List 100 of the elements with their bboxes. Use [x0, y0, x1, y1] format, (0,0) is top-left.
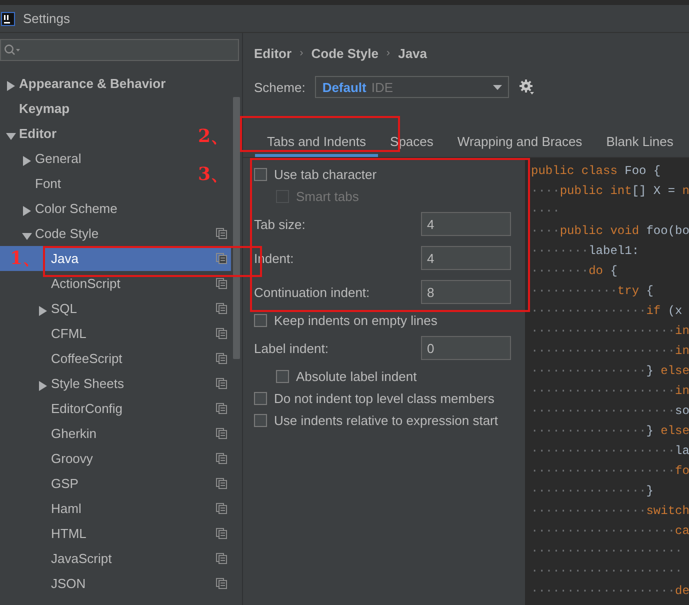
- number-field[interactable]: 4: [421, 212, 511, 236]
- dropdown-arrow-icon: [493, 84, 502, 90]
- tree-item[interactable]: Haml: [51, 499, 82, 518]
- code-line: ca: [675, 523, 689, 540]
- checkbox[interactable]: [254, 414, 267, 426]
- code-line: public void foo(bo: [560, 223, 689, 240]
- code-line: } else: [646, 423, 689, 440]
- code-line: } else: [646, 363, 689, 380]
- tab[interactable]: Wrapping and Braces: [445, 130, 594, 157]
- tree-item[interactable]: CoffeeScript: [51, 349, 122, 368]
- tree-item[interactable]: JavaScript: [51, 549, 112, 568]
- code-line: label1:: [588, 243, 640, 260]
- tree-item[interactable]: Color Scheme: [35, 199, 118, 218]
- tree-item[interactable]: ActionScript: [51, 274, 120, 293]
- whitespace-dots: ····: [531, 223, 560, 240]
- code-line: public int[] X = n: [560, 183, 689, 200]
- annotation-number: 3、: [198, 163, 229, 186]
- whitespace-dots: ·····················: [531, 543, 682, 560]
- breadcrumb-separator: ›: [300, 47, 304, 59]
- code-line: if (x: [646, 303, 682, 320]
- collapsed-arrow-icon[interactable]: [38, 306, 48, 316]
- whitespace-dots: ················: [531, 423, 646, 440]
- breadcrumb-separator: ›: [386, 47, 390, 59]
- whitespace-dots: ········: [531, 263, 589, 280]
- scheme-dropdown[interactable]: Default IDE: [315, 76, 510, 98]
- tree-item[interactable]: Gherkin: [51, 424, 97, 443]
- search-field[interactable]: [0, 39, 239, 61]
- number-field[interactable]: 0: [421, 336, 511, 360]
- tree-item[interactable]: HTML: [51, 524, 86, 543]
- tree-item[interactable]: Code Style: [35, 224, 99, 243]
- code-line: la: [675, 443, 689, 460]
- tree-item[interactable]: Keymap: [19, 99, 70, 118]
- search-icon: [4, 44, 21, 56]
- whitespace-dots: ····················: [531, 343, 676, 360]
- code-line: public class Foo {: [531, 163, 661, 180]
- collapsed-arrow-icon[interactable]: [22, 156, 32, 166]
- checkbox-label: Use tab character: [274, 166, 377, 182]
- field-label: Label indent:: [254, 340, 328, 356]
- number-field[interactable]: 4: [421, 246, 511, 270]
- checkbox-label: Smart tabs: [296, 188, 359, 204]
- field-label: Continuation indent:: [254, 284, 370, 300]
- code-line: do {: [588, 263, 618, 280]
- collapsed-arrow-icon[interactable]: [6, 80, 16, 90]
- tab[interactable]: Tabs and Indents: [255, 130, 378, 157]
- whitespace-dots: ····················: [531, 383, 676, 400]
- checkbox[interactable]: [254, 392, 267, 404]
- checkbox[interactable]: [276, 370, 289, 382]
- checkbox-label: Absolute label indent: [296, 368, 417, 384]
- tree-item[interactable]: GSP: [51, 474, 78, 493]
- breadcrumb-item: Java: [398, 46, 428, 60]
- expanded-arrow-icon[interactable]: [6, 130, 16, 140]
- checkbox[interactable]: [254, 314, 267, 326]
- whitespace-dots: ········: [531, 243, 589, 260]
- app-logo-icon: [1, 12, 15, 26]
- gear-icon[interactable]: [519, 79, 536, 95]
- tree-item[interactable]: Appearance & Behavior: [19, 74, 166, 93]
- tree-item[interactable]: CFML: [51, 324, 86, 343]
- scrollbar[interactable]: [233, 97, 240, 359]
- whitespace-dots: ····················: [531, 523, 676, 540]
- breadcrumb-item: Code Style: [311, 46, 378, 60]
- collapsed-arrow-icon[interactable]: [22, 206, 32, 216]
- whitespace-dots: ····················: [531, 403, 676, 420]
- whitespace-dots: ····················: [531, 323, 676, 340]
- whitespace-dots: ····················: [531, 583, 676, 600]
- code-line: in: [675, 343, 689, 360]
- tree-item[interactable]: General: [35, 149, 82, 168]
- tree-item[interactable]: Editor: [19, 124, 57, 143]
- whitespace-dots: ················: [531, 363, 646, 380]
- code-line: try {: [617, 283, 654, 300]
- field-label: Tab size:: [254, 216, 306, 232]
- expanded-arrow-icon[interactable]: [22, 230, 32, 240]
- annotation-number: 1、: [10, 247, 41, 270]
- tree-item[interactable]: Font: [35, 174, 62, 193]
- whitespace-dots: ····: [531, 203, 560, 220]
- checkbox-label: Use indents relative to expression start: [274, 412, 498, 428]
- checkbox-label: Keep indents on empty lines: [274, 312, 438, 328]
- whitespace-dots: ················: [531, 483, 646, 500]
- whitespace-dots: ················: [531, 503, 646, 520]
- whitespace-dots: ················: [531, 303, 646, 320]
- checkbox-label: Do not indent top level class members: [274, 390, 494, 406]
- code-line: de: [675, 583, 689, 600]
- code-line: fo: [675, 463, 689, 480]
- tree-item[interactable]: JSON: [51, 574, 86, 593]
- tree-item[interactable]: SQL: [51, 299, 78, 318]
- window-title: Settings: [23, 11, 70, 26]
- annotation-number: 2、: [198, 125, 229, 148]
- checkbox[interactable]: [254, 168, 267, 180]
- collapsed-arrow-icon[interactable]: [38, 380, 48, 390]
- whitespace-dots: ············: [531, 283, 618, 300]
- whitespace-dots: ·····················: [531, 563, 682, 580]
- whitespace-dots: ····: [531, 183, 560, 200]
- tree-item[interactable]: Style Sheets: [51, 374, 124, 393]
- tree-item[interactable]: Java: [51, 249, 78, 268]
- number-field[interactable]: 8: [421, 280, 511, 304]
- tab[interactable]: Blank Lines: [594, 130, 686, 157]
- tree-item[interactable]: Groovy: [51, 449, 93, 468]
- tree-item[interactable]: EditorConfig: [51, 399, 123, 418]
- scheme-label: Scheme:: [254, 80, 306, 94]
- whitespace-dots: ····················: [531, 443, 676, 460]
- code-line: in: [675, 323, 689, 340]
